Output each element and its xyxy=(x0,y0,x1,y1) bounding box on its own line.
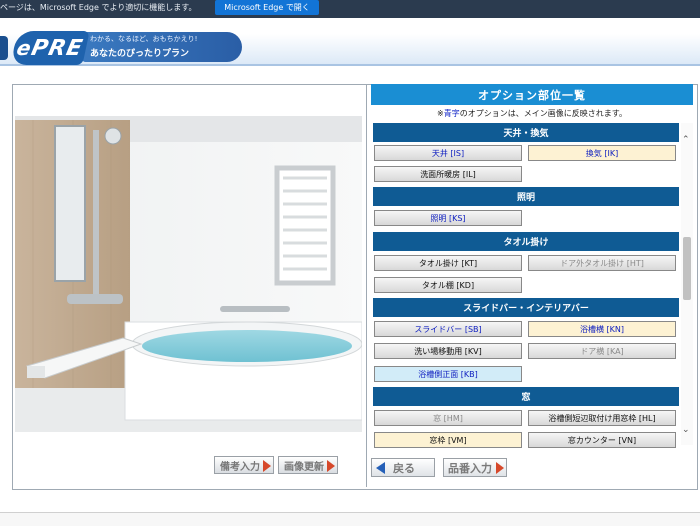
remarks-input-button[interactable]: 備考入力 xyxy=(214,456,274,474)
option-tub-side-kn[interactable]: 浴槽横 [KN] xyxy=(528,321,676,337)
options-panel-title: オプション部位一覧 xyxy=(371,84,693,105)
epre-logo[interactable]: e PRE xyxy=(10,31,90,65)
back-button[interactable]: 戻る xyxy=(371,458,435,477)
update-image-label: 画像更新 xyxy=(284,461,324,473)
bathroom-preview-image xyxy=(15,116,362,432)
right-arrow-icon xyxy=(263,460,271,472)
header-left-chip xyxy=(0,36,8,60)
options-list[interactable]: 天井・換気 天井 [IS] 換気 [IK] 洗面所暖房 [IL] 照明 照明 [… xyxy=(373,123,679,450)
right-arrow-icon xyxy=(327,460,335,472)
header-tagline: わかる、なるほど、おもちかえり! xyxy=(90,35,198,43)
browser-notice-message: ページは、Microsoft Edge でより適切に機能します。 xyxy=(0,3,197,12)
update-image-button[interactable]: 画像更新 xyxy=(278,456,338,474)
section-header-window: 窓 xyxy=(373,387,679,406)
section-header-slide-bar: スライドバー・インテリアバー xyxy=(373,298,679,317)
option-ventilation-ik[interactable]: 換気 [IK] xyxy=(528,145,676,161)
bathroom-illustration xyxy=(15,116,362,432)
option-window-frame-vm[interactable]: 窓枠 [VM] xyxy=(374,432,522,448)
option-washroom-heater-il[interactable]: 洗面所暖房 [IL] xyxy=(374,166,522,182)
options-scrollbar[interactable]: ⌃ ⌄ xyxy=(681,123,693,445)
left-triangle-icon xyxy=(376,461,385,474)
option-towel-shelf-kd[interactable]: タオル棚 [KD] xyxy=(374,277,522,293)
right-arrow-icon xyxy=(496,462,504,474)
scroll-up-icon[interactable]: ⌃ xyxy=(682,135,690,145)
option-outer-towel-hanger-ht[interactable]: ドア外タオル掛け [HT] xyxy=(528,255,676,271)
note-blue-text: 青字 xyxy=(443,109,460,118)
option-ceiling-is[interactable]: 天井 [IS] xyxy=(374,145,522,161)
option-door-side-ka[interactable]: ドア横 [KA] xyxy=(528,343,676,359)
options-panel-note: ※青字のオプションは、メイン画像に反映されます。 xyxy=(371,108,693,122)
section-header-lighting: 照明 xyxy=(373,187,679,206)
scroll-thumb[interactable] xyxy=(683,237,691,300)
remarks-input-label: 備考入力 xyxy=(220,461,260,473)
product-number-label: 品番入力 xyxy=(448,461,492,475)
option-window-hm[interactable]: 窓 [HM] xyxy=(374,410,522,426)
browser-notice-bar: ページは、Microsoft Edge でより適切に機能します。 Microso… xyxy=(0,0,700,18)
note-suffix: のオプションは、メイン画像に反映されます。 xyxy=(459,109,627,118)
option-tub-front-kb[interactable]: 浴槽側正面 [KB] xyxy=(374,366,522,382)
option-window-counter-vn[interactable]: 窓カウンター [VN] xyxy=(528,432,676,448)
section-header-towel: タオル掛け xyxy=(373,232,679,251)
back-label: 戻る xyxy=(393,461,415,475)
option-washing-area-kv[interactable]: 洗い場移動用 [KV] xyxy=(374,343,522,359)
logo-text: PRE xyxy=(29,35,86,61)
scroll-down-icon[interactable]: ⌄ xyxy=(682,425,690,435)
open-in-edge-button[interactable]: Microsoft Edge で開く xyxy=(215,0,319,15)
option-window-frame-hl[interactable]: 浴槽側短辺取付け用窓枠 [HL] xyxy=(528,410,676,426)
pane-divider xyxy=(366,85,367,487)
note-prefix: ※ xyxy=(437,109,444,118)
product-number-input-button[interactable]: 品番入力 xyxy=(443,458,507,477)
header-subtitle: あなたのぴったりプラン xyxy=(90,49,190,59)
option-towel-hanger-kt[interactable]: タオル掛け [KT] xyxy=(374,255,522,271)
site-header: e PRE わかる、なるほど、おもちかえり! あなたのぴったりプラン xyxy=(0,28,700,76)
option-lighting-ks[interactable]: 照明 [KS] xyxy=(374,210,522,226)
section-header-ceiling: 天井・換気 xyxy=(373,123,679,142)
option-slide-bar-sb[interactable]: スライドバー [SB] xyxy=(374,321,522,337)
page-footer xyxy=(0,512,700,526)
